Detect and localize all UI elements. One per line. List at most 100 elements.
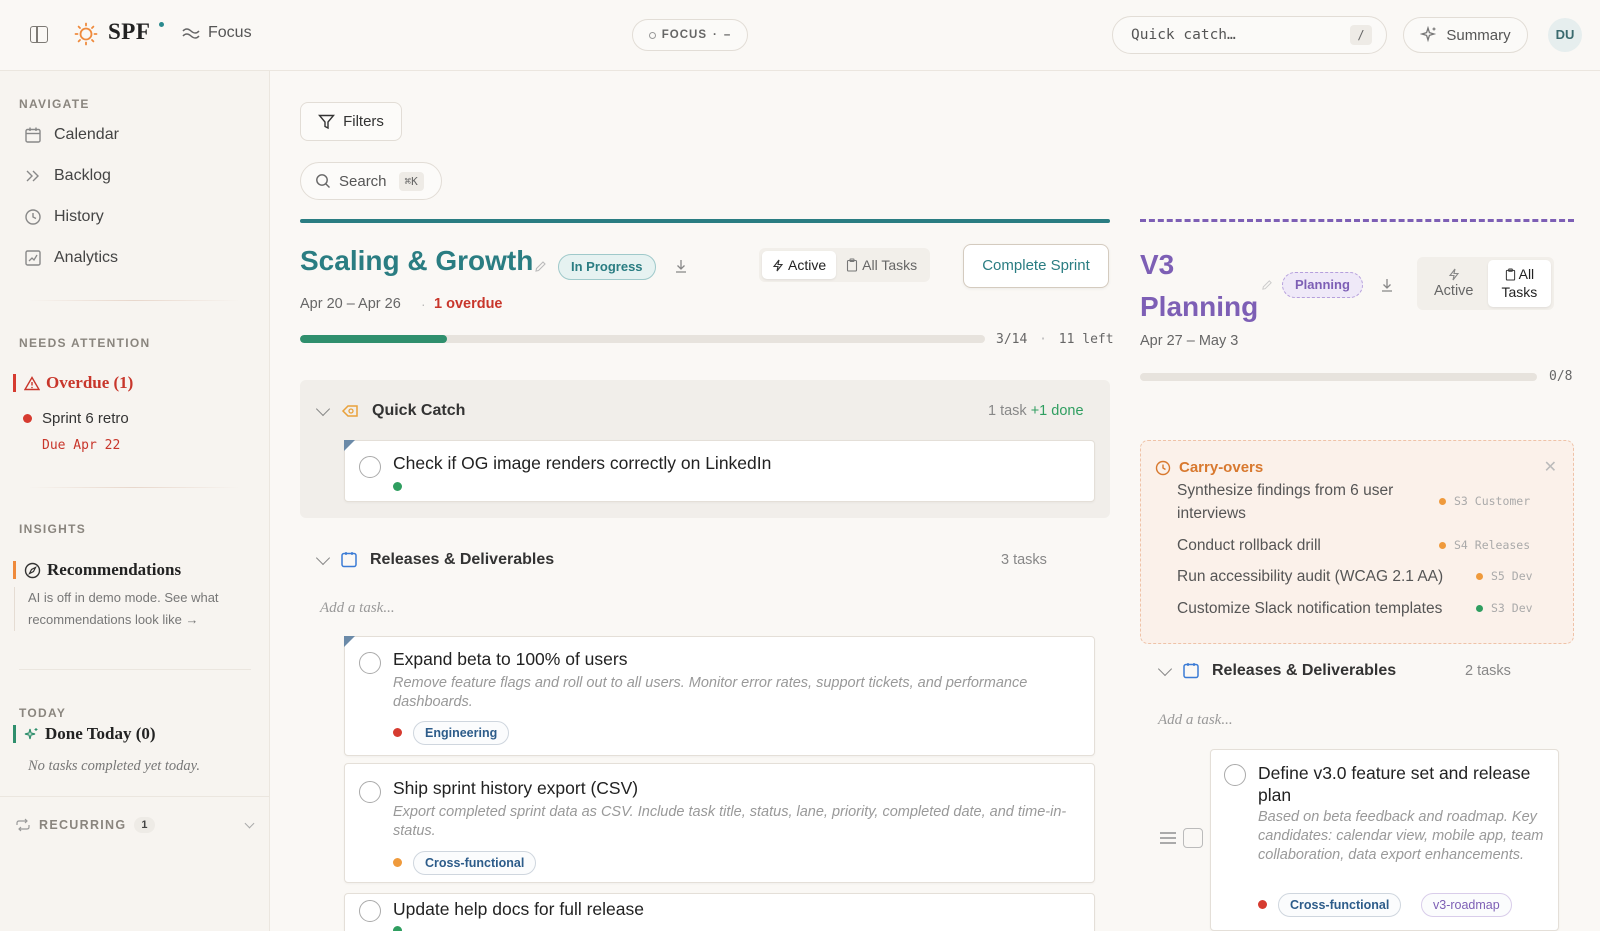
- task-card[interactable]: Ship sprint history export (CSV) Export …: [344, 763, 1095, 883]
- overdue-heading[interactable]: Overdue (1): [24, 373, 133, 393]
- carry-over-ref: S3 Customer: [1439, 494, 1530, 508]
- carry-over-item[interactable]: Customize Slack notification templates: [1177, 597, 1442, 620]
- overdue-due-date: Due Apr 22: [42, 438, 121, 453]
- sidebar-item-label: Calendar: [54, 126, 119, 143]
- view-active-label: Active: [1434, 283, 1474, 299]
- recurring-count-badge: 1: [134, 817, 155, 833]
- edit-pencil-icon[interactable]: [1261, 279, 1273, 291]
- next-sprint-view-toggle: Active All Tasks: [1417, 257, 1555, 310]
- view-all-tab[interactable]: All Tasks: [1487, 260, 1552, 307]
- priority-dot: [1476, 572, 1483, 580]
- chevron-down-icon: [315, 401, 331, 417]
- priority-dot: [393, 482, 402, 491]
- carry-over-ref: S5 Dev: [1476, 569, 1533, 583]
- carry-over-item[interactable]: Conduct rollback drill: [1177, 534, 1321, 557]
- view-active-tab[interactable]: Active: [762, 251, 837, 279]
- summary-button[interactable]: Summary: [1403, 17, 1528, 53]
- next-sprint-title-line2: Planning: [1140, 291, 1259, 322]
- done-today-label: Done Today (0): [45, 724, 156, 743]
- close-icon[interactable]: ✕: [1544, 457, 1557, 477]
- task-checkbox[interactable]: [359, 900, 381, 922]
- complete-sprint-button[interactable]: Complete Sprint: [963, 244, 1109, 288]
- drag-handle-icon[interactable]: [1160, 832, 1176, 846]
- task-card[interactable]: Expand beta to 100% of users Remove feat…: [344, 636, 1095, 756]
- sprint-status-badge[interactable]: In Progress: [558, 254, 656, 280]
- task-title: Ship sprint history export (CSV): [393, 778, 639, 798]
- task-description: Based on beta feedback and roadmap. Key …: [1258, 809, 1544, 863]
- task-card[interactable]: Update help docs for full release: [344, 893, 1095, 931]
- priority-dot: [1439, 497, 1446, 505]
- team-tag[interactable]: Cross-functional: [413, 851, 537, 875]
- sprint-overdue-count[interactable]: 1 overdue: [434, 296, 503, 312]
- task-checkbox[interactable]: [359, 652, 381, 674]
- select-checkbox[interactable]: [1183, 828, 1203, 848]
- carry-over-item[interactable]: Run accessibility audit (WCAG 2.1 AA): [1177, 565, 1443, 588]
- add-task-input[interactable]: Add a task...: [320, 600, 395, 617]
- sidebar-item-analytics[interactable]: Analytics: [24, 246, 118, 270]
- view-all-label-line1: All: [1518, 266, 1535, 282]
- filters-button[interactable]: Filters: [300, 102, 402, 141]
- lane-meta-count: 1 task: [988, 403, 1027, 419]
- next-releases-lane-header[interactable]: Releases & Deliverables: [1157, 661, 1396, 680]
- view-all-tab[interactable]: All Tasks: [836, 251, 927, 279]
- done-today-heading[interactable]: Done Today (0): [24, 724, 156, 744]
- avatar[interactable]: DU: [1548, 18, 1582, 52]
- chevron-down-icon: [244, 818, 255, 828]
- recommendations-heading[interactable]: Recommendations: [24, 560, 181, 580]
- quick-catch-input[interactable]: Quick catch… /: [1112, 16, 1387, 54]
- task-description: Export completed sprint data as CSV. Inc…: [393, 804, 1067, 839]
- roadmap-tag[interactable]: v3-roadmap: [1421, 893, 1512, 917]
- download-icon[interactable]: [1380, 277, 1394, 293]
- chevron-down-icon: [315, 550, 331, 566]
- view-active-tab[interactable]: Active: [1420, 260, 1488, 307]
- catch-icon: [341, 405, 358, 417]
- search-button[interactable]: Search ⌘K: [300, 162, 442, 200]
- bolt-icon: [1448, 268, 1459, 281]
- task-title: Define v3.0 feature set and release plan: [1258, 763, 1531, 805]
- section-divider: [19, 669, 251, 670]
- recurring-toggle[interactable]: RECURRING 1: [15, 817, 255, 833]
- download-icon[interactable]: [674, 258, 688, 274]
- releases-lane-header[interactable]: Releases & Deliverables: [315, 550, 554, 569]
- focus-link[interactable]: Focus: [182, 24, 252, 42]
- lane-task-count: 2 tasks: [1465, 663, 1511, 679]
- next-sprint-dates: Apr 27 – May 3: [1140, 333, 1239, 349]
- team-tag[interactable]: Engineering: [413, 721, 510, 745]
- summary-label: Summary: [1446, 26, 1511, 44]
- focus-mode-pill[interactable]: FOCUS · –: [632, 19, 748, 51]
- brand-name[interactable]: SPF: [108, 19, 150, 45]
- analytics-icon: [25, 250, 41, 266]
- task-description: Remove feature flags and roll out to all…: [393, 675, 1028, 710]
- quick-catch-lane-header[interactable]: Quick Catch: [315, 401, 465, 420]
- sidebar-item-calendar[interactable]: Calendar: [24, 123, 119, 147]
- recommendations-text[interactable]: AI is off in demo mode. See what recomme…: [14, 587, 234, 631]
- task-card[interactable]: Define v3.0 feature set and release plan…: [1210, 749, 1559, 931]
- search-shortcut: ⌘K: [398, 171, 424, 191]
- add-task-input[interactable]: Add a task...: [1158, 712, 1233, 729]
- focus-ring-icon: [648, 31, 656, 39]
- task-card[interactable]: Check if OG image renders correctly on L…: [344, 440, 1095, 502]
- next-sprint-progress-bar: [1140, 373, 1537, 381]
- progress-left: 11 left: [1058, 332, 1114, 347]
- next-sprint-status-badge[interactable]: Planning: [1282, 272, 1363, 298]
- task-checkbox[interactable]: [1224, 764, 1246, 786]
- filter-icon: [318, 114, 336, 129]
- sidebar-item-history[interactable]: History: [24, 205, 104, 229]
- sidebar-toggle-icon[interactable]: [30, 26, 48, 43]
- task-title: Update help docs for full release: [393, 899, 644, 919]
- sidebar-item-label: Backlog: [54, 167, 111, 184]
- task-checkbox[interactable]: [359, 781, 381, 803]
- task-checkbox[interactable]: [359, 456, 381, 478]
- quick-catch-shortcut: /: [1350, 25, 1372, 45]
- team-tag[interactable]: Cross-functional: [1278, 893, 1402, 917]
- overdue-task-item[interactable]: Sprint 6 retro: [23, 410, 129, 427]
- sprint-title[interactable]: Scaling & Growth: [300, 245, 533, 277]
- sidebar-item-backlog[interactable]: Backlog: [24, 164, 111, 188]
- brand-status-dot: [159, 22, 164, 27]
- edit-pencil-icon[interactable]: [534, 260, 547, 273]
- priority-dot: [393, 858, 402, 867]
- priority-dot: [1258, 900, 1267, 909]
- next-sprint-title[interactable]: V3 Planning: [1140, 244, 1258, 328]
- carry-over-item[interactable]: Synthesize findings from 6 user intervie…: [1177, 479, 1437, 525]
- section-divider: [0, 796, 270, 797]
